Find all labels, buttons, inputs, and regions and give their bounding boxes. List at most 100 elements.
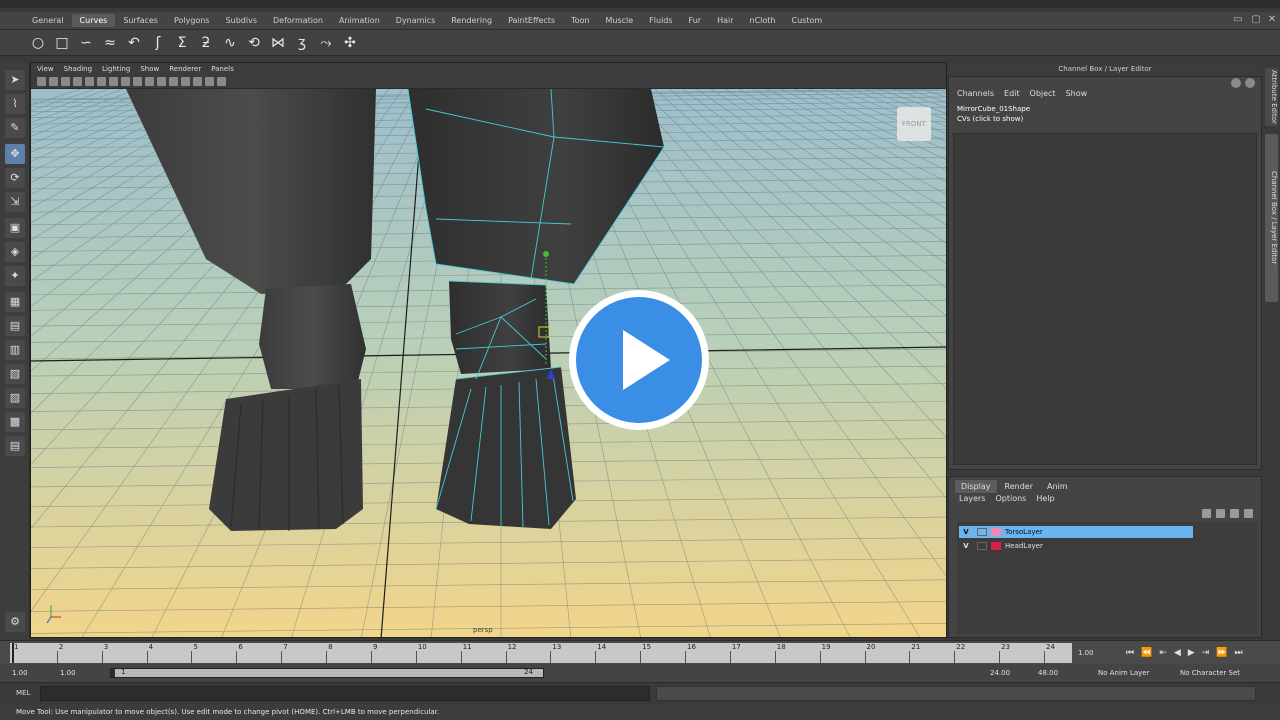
anim-layer-dropdown[interactable]: No Anim Layer [1098,667,1149,679]
scale-tool-icon[interactable]: ⇲ [5,192,25,212]
ep-curve-icon[interactable]: ≈ [100,33,120,53]
layer-visibility-toggle[interactable]: V [959,528,973,536]
perspective-viewport[interactable]: View Shading Lighting Show Renderer Panels [30,62,947,638]
single-pane-icon[interactable]: ▦ [5,292,25,312]
go-to-end-icon[interactable]: ⏭ [1234,647,1242,659]
command-input[interactable] [40,686,650,701]
image-plane-icon[interactable] [73,77,82,86]
tab-attribute-editor[interactable]: Attribute Editor [1265,68,1278,126]
layer-tab-display[interactable]: Display [955,480,997,493]
camera-select-icon[interactable] [37,77,46,86]
step-forward-key-icon[interactable]: ⏩ [1216,647,1227,659]
isolate-select-icon[interactable] [205,77,214,86]
xray-icon[interactable] [217,77,226,86]
offset-curve-icon[interactable]: ⋈ [268,33,288,53]
universal-manipulator-icon[interactable]: ▣ [5,218,25,238]
layer-color-swatch[interactable] [991,542,1001,550]
step-back-frame-icon[interactable]: ⇤ [1159,647,1167,659]
layer-menu-layers[interactable]: Layers [959,494,985,503]
tool-settings-icon[interactable] [1245,78,1255,88]
layer-playback-toggle[interactable] [977,528,987,536]
tab-dynamics[interactable]: Dynamics [388,14,443,27]
tab-toon[interactable]: Toon [563,14,597,27]
viewport-menu-panels[interactable]: Panels [211,65,234,73]
rotate-tool-icon[interactable]: ⟳ [5,168,25,188]
select-tool-icon[interactable]: ➤ [5,70,25,90]
script-layout-icon[interactable]: ▤ [5,436,25,456]
channel-box-menu-object[interactable]: Object [1030,89,1056,98]
rebuild-curve-icon[interactable]: ∿ [220,33,240,53]
character-set-dropdown[interactable]: No Character Set [1180,667,1240,679]
graph-layout-icon[interactable]: ▧ [5,364,25,384]
smooth-shade-icon[interactable] [145,77,154,86]
go-to-start-icon[interactable]: ⏮ [1126,647,1134,659]
channel-box-menu-edit[interactable]: Edit [1004,89,1020,98]
pencil-curve-icon[interactable]: ↶ [124,33,144,53]
cv-curve-icon[interactable]: ∽ [76,33,96,53]
tab-curves[interactable]: Curves [71,14,116,27]
step-forward-frame-icon[interactable]: ⇥ [1202,647,1210,659]
tab-ncloth[interactable]: nCloth [742,14,784,27]
outliner-layout-icon[interactable]: ▥ [5,340,25,360]
tab-general[interactable]: General [24,14,72,27]
selected-node-name[interactable]: MirrorCube_01Shape [957,105,1030,113]
step-back-key-icon[interactable]: ⏪ [1141,647,1152,659]
play-forward-icon[interactable]: ▶ [1188,647,1195,659]
grid-toggle-icon[interactable] [85,77,94,86]
range-slider-thumb[interactable]: 1 24 [115,668,543,677]
move-layer-down-icon[interactable] [1216,509,1225,518]
four-pane-icon[interactable]: ▤ [5,316,25,336]
render-layout-icon[interactable]: ▩ [5,412,25,432]
command-language-label[interactable]: MEL [16,689,30,697]
soft-mod-icon[interactable]: ◈ [5,242,25,262]
resolution-gate-icon[interactable] [109,77,118,86]
close-icon[interactable]: ✕ [1266,14,1278,26]
move-tool-icon[interactable]: ✥ [5,144,25,164]
tab-rendering[interactable]: Rendering [443,14,500,27]
lasso-tool-icon[interactable]: ⌇ [5,94,25,114]
channel-box-menu-channels[interactable]: Channels [957,89,994,98]
layer-tab-anim[interactable]: Anim [1041,480,1074,493]
textured-icon[interactable] [169,77,178,86]
wireframe-on-shaded-icon[interactable] [157,77,166,86]
minimize-icon[interactable]: ▭ [1232,14,1244,26]
layer-playback-toggle[interactable] [977,542,987,550]
view-cube[interactable]: FRONT [897,107,931,141]
planar-icon[interactable]: ✣ [340,33,360,53]
tab-subdivs[interactable]: Subdivs [218,14,265,27]
attribute-icon[interactable] [1231,78,1241,88]
move-layer-up-icon[interactable] [1202,509,1211,518]
layer-menu-options[interactable]: Options [995,494,1026,503]
tab-custom[interactable]: Custom [784,14,831,27]
extrude-icon[interactable]: ⤳ [316,33,336,53]
shadows-icon[interactable] [193,77,202,86]
tab-muscle[interactable]: Muscle [597,14,641,27]
safe-action-icon[interactable] [121,77,130,86]
playhead[interactable] [12,643,14,663]
time-ruler[interactable]: 1 2 3 4 5 6 7 8 9 10 11 12 13 14 15 16 17 18 19 20 21 22 23 24 [10,643,1072,663]
wireframe-icon[interactable] [133,77,142,86]
cvs-toggle[interactable]: CVs (click to show) [957,115,1023,123]
maximize-icon[interactable]: ▢ [1250,14,1262,26]
layer-row[interactable]: V HeadLayer [959,540,1193,552]
attach-curve-icon[interactable]: Ʃ [172,33,192,53]
viewport-menu-lighting[interactable]: Lighting [102,65,130,73]
arc-curve-icon[interactable]: ʃ [148,33,168,53]
play-backward-icon[interactable]: ◀ [1174,647,1181,659]
circle-curve-icon[interactable]: ○ [28,33,48,53]
tab-deformation[interactable]: Deformation [265,14,331,27]
playback-start-field[interactable]: 1.00 [60,667,76,679]
new-layer-selected-icon[interactable] [1244,509,1253,518]
tab-hair[interactable]: Hair [709,14,741,27]
viewport-menu-show[interactable]: Show [140,65,159,73]
lights-icon[interactable] [181,77,190,86]
tab-fur[interactable]: Fur [681,14,710,27]
reverse-curve-icon[interactable]: ⟲ [244,33,264,53]
start-time-field[interactable]: 1.00 [12,667,28,679]
end-time-field[interactable]: 48.00 [1038,667,1058,679]
viewport-menu-shading[interactable]: Shading [64,65,92,73]
show-manipulator-icon[interactable]: ✦ [5,266,25,286]
video-play-button[interactable] [566,287,712,433]
layer-visibility-toggle[interactable]: V [959,542,973,550]
hypershade-layout-icon[interactable]: ▨ [5,388,25,408]
